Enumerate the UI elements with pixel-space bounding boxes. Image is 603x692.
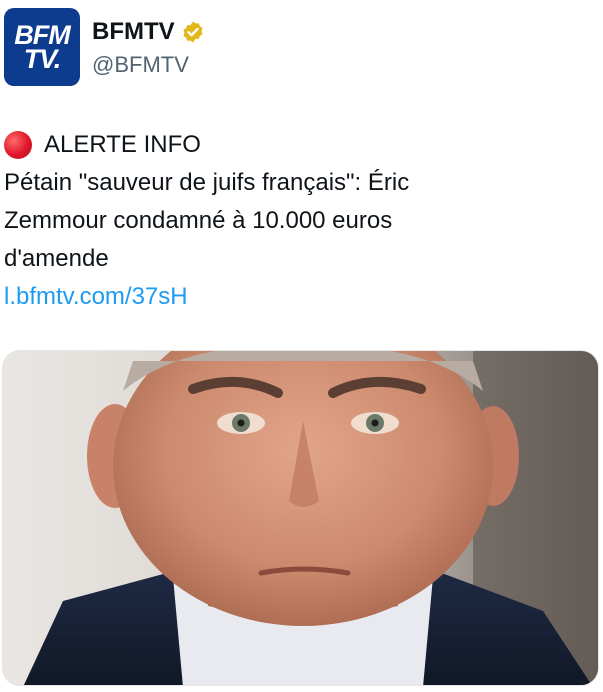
tweet-header: BFM TV. BFMTV @BFMTV [0,0,603,100]
account-name-row: BFMTV [92,18,205,46]
account-name[interactable]: BFMTV [92,18,175,46]
tweet-link[interactable]: l.bfmtv.com/37sH [4,278,599,316]
verified-badge-icon [181,20,205,44]
account-handle[interactable]: @BFMTV [92,52,189,78]
alert-line: ALERTE INFO [4,126,599,164]
tweet-text-line-3: d'amende [4,245,109,272]
tweet-text-line-1: Pétain "sauveur de juifs français": Éric [4,169,410,196]
alert-label: ALERTE INFO [44,131,201,158]
red-circle-icon [4,131,32,159]
avatar[interactable]: BFM TV. [4,8,80,86]
portrait-photo [3,351,598,685]
tweet-media-photo[interactable] [2,350,599,686]
tweet-body: ALERTE INFO Pétain "sauveur de juifs fra… [4,126,599,316]
avatar-logo-text-2: TV. [23,44,62,74]
tweet-text-line-2: Zemmour condamné à 10.000 euros [4,207,393,234]
